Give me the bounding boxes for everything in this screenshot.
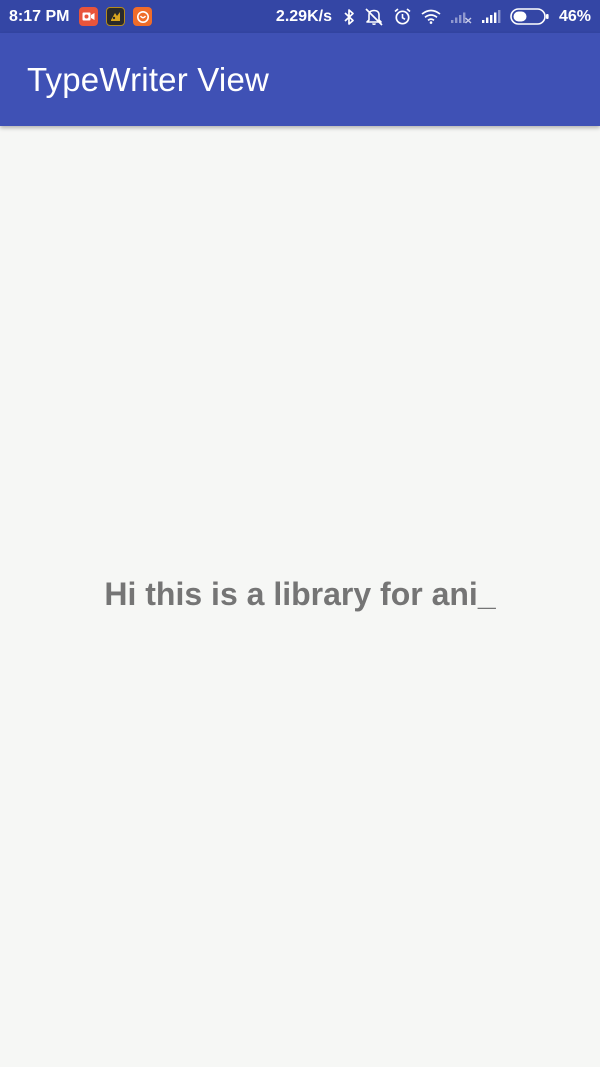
status-time: 8:17 PM [9, 7, 70, 25]
battery-percent: 46% [558, 7, 591, 25]
status-bar-right: 2.29K/s 46% [276, 7, 591, 26]
network-speed: 2.29K/s [275, 7, 332, 25]
alarm-icon [393, 7, 412, 26]
app-title: TypeWriter View [27, 60, 270, 98]
status-bar-left: 8:17 PM [9, 7, 153, 26]
battery-icon [510, 8, 550, 25]
signal-no-sim-icon [450, 9, 472, 24]
typewriter-text: Hi this is a library for ani_ [104, 576, 496, 612]
do-not-disturb-icon [364, 7, 384, 26]
screen-recorder-icon [79, 7, 99, 26]
bluetooth-icon [343, 8, 355, 26]
status-bar: 8:17 PM 2.29K/s 46% [0, 0, 600, 33]
app-bar: TypeWriter View [0, 33, 600, 126]
wifi-icon [421, 9, 441, 24]
game-icon [106, 7, 126, 26]
app-notification-icon [133, 7, 153, 26]
signal-icon [481, 9, 501, 24]
main-content: Hi this is a library for ani_ [0, 126, 600, 1067]
